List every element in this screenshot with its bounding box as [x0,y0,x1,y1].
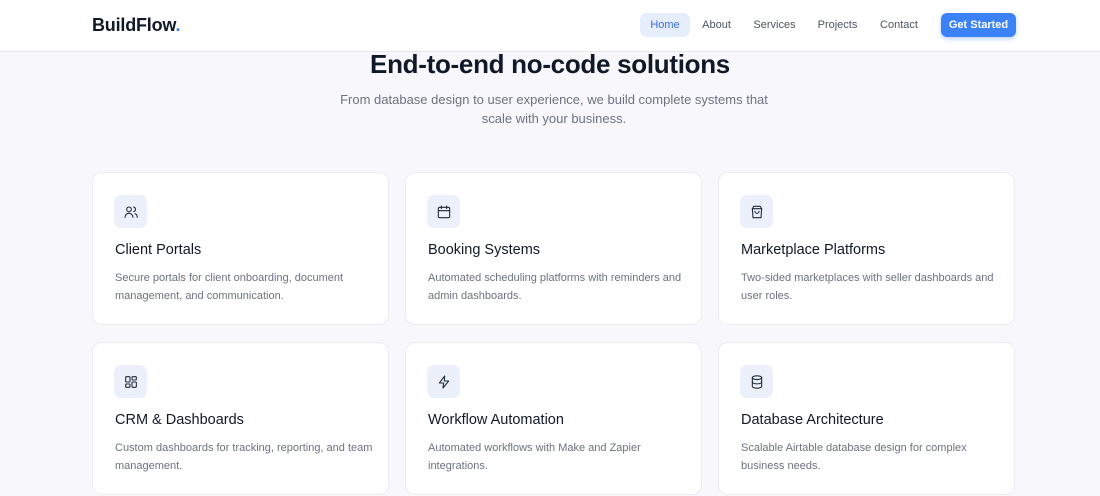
card-description: Custom dashboards for tracking, reportin… [115,442,373,472]
shopping-bag-icon [740,195,773,228]
service-card-crm-dashboards[interactable]: CRM & Dashboards Custom dashboards for t… [92,342,389,495]
card-description: Secure portals for client onboarding, do… [115,272,344,302]
card-title: Database Architecture [741,412,884,428]
card-description: Automated scheduling platforms with remi… [428,272,682,302]
main-nav: Home About Services Projects Contact [0,13,1100,37]
service-card-booking-systems[interactable]: Booking Systems Automated scheduling pla… [405,172,702,325]
nav-link-services[interactable]: Services [749,13,800,37]
service-card-client-portals[interactable]: Client Portals Secure portals for client… [92,172,389,325]
nav-link-about[interactable]: About [697,13,736,37]
dashboard-icon [114,365,147,398]
card-title: CRM & Dashboards [115,412,244,428]
nav-link-projects[interactable]: Projects [813,13,862,37]
nav-link-contact[interactable]: Contact [875,13,923,37]
card-title: Marketplace Platforms [741,242,886,258]
card-description: Automated workflows with Make and Zapier… [428,442,641,472]
nav-link-home[interactable]: Home [640,13,690,37]
card-title: Booking Systems [428,242,541,258]
card-description: Two-sided marketplaces with seller dashb… [741,272,994,302]
database-icon [740,365,773,398]
calendar-icon [427,195,460,228]
service-card-database-architecture[interactable]: Database Architecture Scalable Airtable … [718,342,1015,495]
lightning-icon [427,365,460,398]
section-subtitle: From database design to user experience,… [340,92,768,126]
top-navbar: BuildFlow. Home About Services Projects … [0,0,1100,52]
section-title: End-to-end no-code solutions [370,49,730,79]
card-title: Workflow Automation [428,412,564,428]
users-icon [114,195,147,228]
card-title: Client Portals [115,242,202,258]
get-started-button[interactable]: Get Started [941,13,1016,37]
service-card-workflow-automation[interactable]: Workflow Automation Automated workflows … [405,342,702,495]
card-description: Scalable Airtable database design for co… [741,442,967,472]
service-card-marketplace-platforms[interactable]: Marketplace Platforms Two-sided marketpl… [718,172,1015,325]
